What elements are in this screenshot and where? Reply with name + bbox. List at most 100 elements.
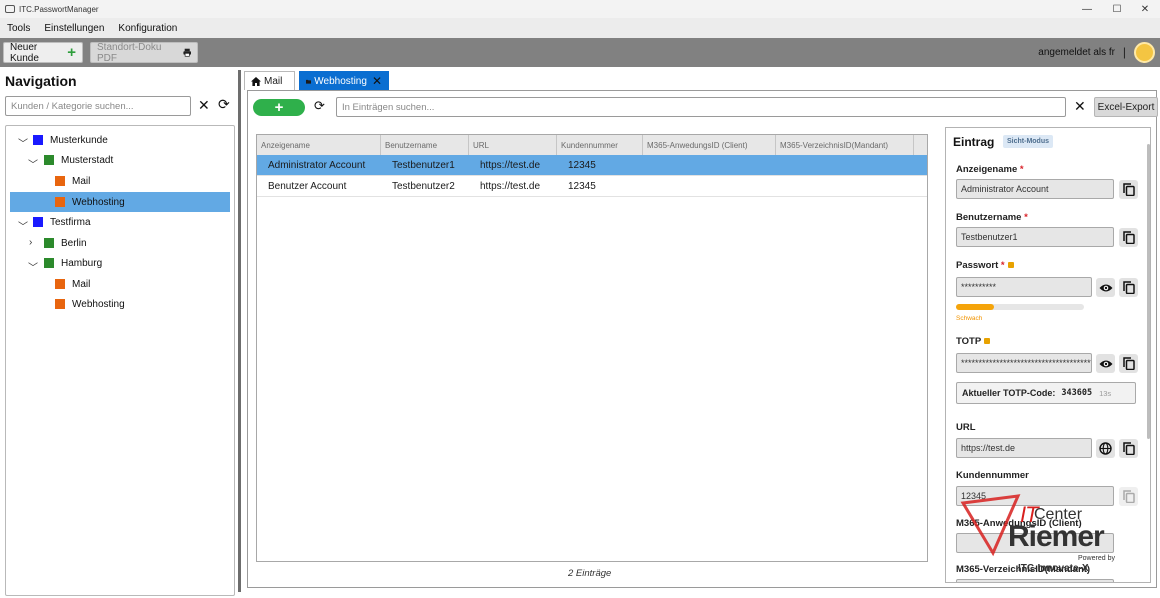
m365-tenant-field[interactable]: [956, 579, 1114, 582]
cell-url: https://test.de: [480, 160, 541, 171]
entries-search-input[interactable]: In Einträgen suchen...: [336, 97, 1066, 117]
location-square-icon: [44, 155, 54, 165]
title-bar: ITC.PasswortManager — ☐ ✕: [0, 0, 1160, 18]
tree-item-mail[interactable]: Mail: [55, 274, 231, 294]
new-customer-button[interactable]: Neuer Kunde +: [3, 41, 83, 64]
logo-powered-by: Powered by: [1078, 555, 1115, 562]
tree-item-berlin[interactable]: Berlin: [44, 233, 229, 253]
table-row[interactable]: Benutzer Account Testbenutzer2 https://t…: [257, 176, 927, 197]
column-header[interactable]: M365-VerzeichnisID(Mandant): [776, 135, 914, 155]
tab-webhosting[interactable]: Webhosting ✕: [299, 71, 389, 90]
cell-username: Testbenutzer2: [392, 181, 455, 192]
totp-secret-field[interactable]: ****************************************: [956, 353, 1092, 373]
chevron-down-icon[interactable]: ﹀: [28, 259, 38, 274]
home-icon: [251, 76, 261, 86]
tree-item-testfirma[interactable]: Testfirma: [33, 212, 229, 232]
username-label: Benutzername *: [956, 212, 1028, 223]
new-customer-label: Neuer Kunde: [10, 41, 39, 64]
tab-mail[interactable]: Mail: [244, 71, 295, 90]
entries-table: Anzeigename Benutzername URL Kundennumme…: [256, 134, 928, 562]
doc-pdf-button[interactable]: Standort-Doku PDF: [90, 42, 198, 64]
column-header[interactable]: Benutzername: [381, 135, 469, 155]
category-square-icon: [55, 279, 65, 289]
minimize-button[interactable]: —: [1072, 0, 1102, 18]
tree-item-hamburg[interactable]: Hamburg: [44, 253, 229, 273]
globe-icon[interactable]: [1096, 439, 1115, 458]
column-header-filler: [914, 135, 927, 155]
copy-icon[interactable]: [1119, 354, 1138, 373]
add-entry-button[interactable]: +: [253, 99, 305, 116]
refresh-entries-icon[interactable]: ⟳: [314, 98, 325, 114]
folder-icon: [306, 79, 312, 84]
maximize-button[interactable]: ☐: [1102, 0, 1132, 18]
column-header[interactable]: M365-AnwedungsID (Client): [643, 135, 776, 155]
display-name-label: Anzeigename *: [956, 164, 1024, 175]
tab-label: Mail: [264, 75, 283, 87]
column-header[interactable]: Kundennummer: [557, 135, 643, 155]
tree-item-label: Hamburg: [61, 257, 103, 269]
tree-item-webhosting-selected[interactable]: Webhosting: [10, 192, 230, 212]
chevron-down-icon[interactable]: ﹀: [18, 135, 28, 150]
panel-splitter[interactable]: [238, 70, 241, 592]
plus-icon: +: [67, 44, 76, 61]
lock-icon: [984, 338, 991, 344]
close-window-button[interactable]: ✕: [1130, 0, 1160, 18]
cell-url: https://test.de: [480, 181, 541, 192]
menu-bar: Tools Einstellungen Konfiguration: [0, 18, 1160, 38]
tree-item-musterstadt[interactable]: Musterstadt: [44, 150, 229, 170]
chevron-down-icon[interactable]: ﹀: [28, 156, 38, 171]
eye-icon[interactable]: [1096, 354, 1115, 373]
logged-in-label: angemeldet als fr: [1038, 47, 1115, 58]
chevron-down-icon[interactable]: ﹀: [18, 218, 28, 233]
user-avatar[interactable]: [1134, 42, 1155, 63]
table-row-selected[interactable]: Administrator Account Testbenutzer1 http…: [257, 155, 927, 176]
url-label: URL: [956, 422, 976, 433]
customer-square-icon: [33, 135, 43, 145]
password-strength-bar: [956, 304, 994, 310]
menu-tools[interactable]: Tools: [7, 23, 30, 34]
cell-display-name: Administrator Account: [268, 160, 366, 171]
totp-code[interactable]: 343605: [1061, 388, 1092, 398]
printer-icon: [182, 48, 191, 57]
copy-icon[interactable]: [1119, 180, 1138, 199]
tree-item-mail[interactable]: Mail: [55, 171, 231, 191]
display-name-field[interactable]: Administrator Account: [956, 179, 1114, 199]
username-field[interactable]: Testbenutzer1: [956, 227, 1114, 247]
url-field[interactable]: https://test.de: [956, 438, 1092, 458]
cell-customer-number: 12345: [568, 160, 596, 171]
tree-item-label: Webhosting: [72, 196, 125, 208]
tree-item-webhosting[interactable]: Webhosting: [55, 294, 231, 314]
close-tab-icon[interactable]: ✕: [372, 74, 382, 88]
logo-riemer: Riemer: [1008, 520, 1105, 553]
location-square-icon: [44, 238, 54, 248]
totp-seconds: 13s: [1099, 388, 1112, 398]
menu-konfiguration[interactable]: Konfiguration: [118, 23, 177, 34]
tree-item-label: Musterkunde: [50, 134, 108, 146]
password-label: Passwort *: [956, 260, 1014, 271]
current-totp-label: Aktueller TOTP-Code:: [962, 388, 1056, 398]
tree-item-label: Webhosting: [72, 298, 125, 310]
eye-icon[interactable]: [1096, 278, 1115, 297]
chevron-right-icon[interactable]: ›: [29, 237, 32, 248]
clear-entries-search-icon[interactable]: ✕: [1074, 98, 1086, 115]
refresh-icon[interactable]: ⟳: [218, 96, 230, 113]
menu-einstellungen[interactable]: Einstellungen: [44, 23, 104, 34]
navigation-search-input[interactable]: Kunden / Kategorie suchen...: [5, 96, 191, 116]
totp-label: TOTP: [956, 336, 991, 347]
tree-item-label: Musterstadt: [61, 154, 114, 166]
table-header: Anzeigename Benutzername URL Kundennumme…: [257, 135, 927, 155]
column-header[interactable]: URL: [469, 135, 557, 155]
copy-icon[interactable]: [1119, 228, 1138, 247]
column-header[interactable]: Anzeigename: [257, 135, 381, 155]
password-field[interactable]: **********: [956, 277, 1092, 297]
window-title: ITC.PasswortManager: [19, 4, 99, 14]
clear-search-icon[interactable]: ✕: [198, 97, 210, 114]
navigation-title: Navigation: [5, 73, 77, 89]
category-square-icon: [55, 176, 65, 186]
cell-customer-number: 12345: [568, 181, 596, 192]
detail-scrollbar[interactable]: [1147, 144, 1150, 439]
excel-export-button[interactable]: Excel-Export: [1094, 97, 1158, 117]
copy-icon[interactable]: [1119, 439, 1138, 458]
tree-item-musterkunde[interactable]: Musterkunde: [33, 130, 229, 150]
copy-icon[interactable]: [1119, 278, 1138, 297]
